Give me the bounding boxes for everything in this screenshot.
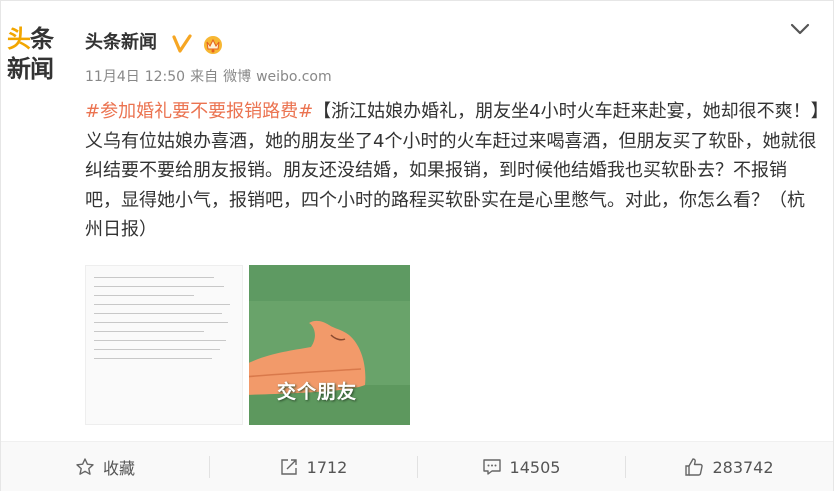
post-date[interactable]: 11月4日	[85, 69, 140, 85]
weibo-post-card: 头条 新闻 头条新闻 11月4日 12:50 来自 微博 weibo.com #参加婚礼…	[0, 0, 834, 491]
logo-line-2: 新闻	[7, 55, 54, 83]
repost-icon	[280, 459, 297, 475]
logo-char-2: 条	[30, 25, 54, 53]
repost-button[interactable]: 1712	[209, 442, 417, 491]
comment-button[interactable]: 14505	[417, 442, 625, 491]
favorite-label: 收藏	[102, 459, 135, 478]
author-name[interactable]: 头条新闻	[85, 31, 157, 55]
hashtag-link[interactable]: #参加婚礼要不要报销路费#	[85, 101, 313, 122]
logo-line-1: 头条	[7, 25, 54, 53]
chevron-down-icon[interactable]	[789, 21, 811, 37]
avatar[interactable]: 头条 新闻	[7, 23, 71, 87]
meme-caption: 交个朋友	[277, 381, 358, 403]
post-text: #参加婚礼要不要报销路费#【浙江姑娘办婚礼，朋友坐4小时火车赶来赴宴，她却很不爽…	[85, 97, 820, 245]
star-icon	[76, 458, 94, 475]
verified-icon	[172, 34, 192, 53]
meme-image[interactable]: 交个朋友	[249, 265, 410, 425]
comment-icon	[482, 459, 501, 475]
favorite-button[interactable]: 收藏	[1, 442, 209, 491]
vip-crown-icon[interactable]	[201, 33, 225, 55]
source-site[interactable]: weibo.com	[256, 69, 332, 85]
source-app[interactable]: 微博	[223, 69, 251, 85]
post-time[interactable]: 12:50	[145, 69, 185, 85]
source-prefix: 来自	[190, 69, 219, 85]
action-bar: 收藏 1712 14505 283742	[1, 441, 833, 491]
like-count: 283742	[712, 457, 774, 477]
like-button[interactable]: 283742	[625, 442, 833, 491]
comment-count: 14505	[509, 457, 561, 477]
post-meta: 11月4日 12:50 来自 微博 weibo.com	[85, 67, 337, 87]
thumbs-up-icon	[685, 458, 704, 476]
logo-char-1: 头	[7, 25, 31, 53]
text-screenshot-image[interactable]	[85, 265, 243, 425]
repost-count: 1712	[306, 457, 348, 477]
